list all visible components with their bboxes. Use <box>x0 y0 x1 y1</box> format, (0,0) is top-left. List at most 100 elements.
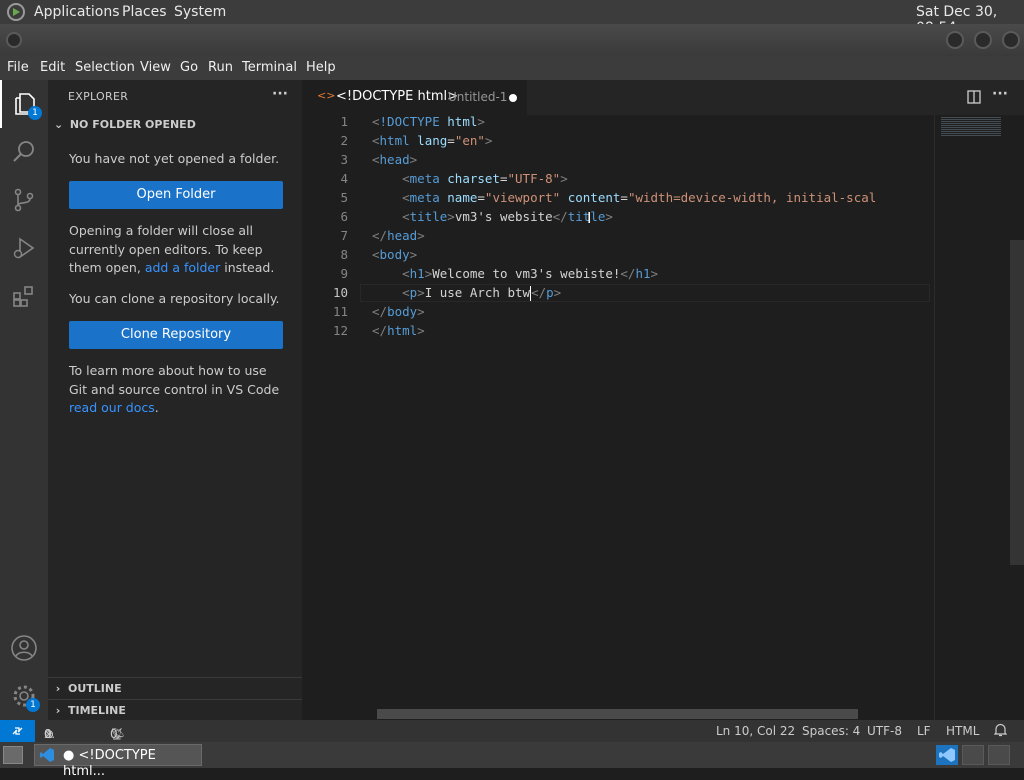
clone-repository-button[interactable]: Clone Repository <box>69 321 283 349</box>
open-folder-button[interactable]: Open Folder <box>69 181 283 209</box>
indentation[interactable]: Spaces: 4 <box>802 723 860 739</box>
language-mode[interactable]: HTML <box>946 723 979 739</box>
source-control-activity[interactable] <box>0 176 48 224</box>
run-debug-activity[interactable] <box>0 224 48 272</box>
close-button[interactable] <box>1002 31 1020 49</box>
menu-view[interactable]: View <box>140 60 171 76</box>
split-editor-icon[interactable] <box>967 89 981 108</box>
line-number: 9 <box>340 266 348 281</box>
tab-subtitle: Untitled-1 <box>448 90 508 104</box>
minimize-button[interactable] <box>946 31 964 49</box>
taskbar-window-button[interactable]: ● <!DOCTYPE html... <box>34 744 202 779</box>
accounts-activity[interactable] <box>0 624 48 672</box>
code-token: > <box>484 133 493 148</box>
code-token: "viewport" <box>484 190 568 205</box>
menu-go[interactable]: Go <box>180 60 198 76</box>
code-line[interactable]: <meta name="viewport" content="width=dev… <box>372 190 930 205</box>
code-line[interactable]: <title>vm3's website</title> <box>372 209 930 224</box>
timeline-section-header[interactable]: › TIMELINE <box>48 699 302 722</box>
line-number: 6 <box>340 209 348 224</box>
menu-help[interactable]: Help <box>306 60 336 76</box>
minimap[interactable] <box>934 115 1021 720</box>
maximize-button[interactable] <box>974 31 992 49</box>
code-line[interactable]: </body> <box>372 304 930 319</box>
run-debug-icon <box>13 237 35 259</box>
line-number: 10 <box>332 285 348 300</box>
taskbar-item-label: ● <!DOCTYPE html... <box>63 748 156 779</box>
code-token: > <box>605 209 613 224</box>
code-line[interactable]: </head> <box>372 228 930 243</box>
cursor-position[interactable]: Ln 10, Col 22 <box>716 723 795 739</box>
search-activity[interactable] <box>0 128 48 176</box>
code-line[interactable]: <html lang="en"> <box>372 133 930 148</box>
extensions-icon <box>13 286 33 307</box>
code-line[interactable]: </html> <box>372 323 930 338</box>
tab-untitled-1[interactable]: <> <!DOCTYPE html> Untitled-1 <box>303 80 527 115</box>
menu-run[interactable]: Run <box>208 60 233 76</box>
explorer-badge: 1 <box>28 106 42 120</box>
add-folder-link[interactable]: add a folder <box>145 260 220 275</box>
no-folder-message: You have not yet opened a folder. <box>69 151 280 166</box>
end-of-line[interactable]: LF <box>917 723 931 739</box>
manage-activity[interactable]: 1 <box>0 672 48 720</box>
code-token: </ <box>372 323 388 338</box>
workspace-3[interactable] <box>988 745 1010 765</box>
window-titlebar[interactable] <box>0 24 1024 56</box>
menu-file[interactable]: File <box>7 60 29 76</box>
workspace-2[interactable] <box>962 745 984 765</box>
code-line[interactable]: <h1>Welcome to vm3's webiste!</h1> <box>372 266 930 281</box>
menu-edit[interactable]: Edit <box>40 60 65 76</box>
read-docs-link[interactable]: read our docs <box>69 400 155 415</box>
code-token: "width=device-width, initial-scal <box>627 190 877 205</box>
code-token: < <box>372 247 380 262</box>
menu-terminal[interactable]: Terminal <box>242 60 297 76</box>
extensions-activity[interactable] <box>0 272 48 320</box>
workspace-switcher-icon[interactable] <box>936 745 958 765</box>
remote-indicator[interactable] <box>0 720 35 742</box>
line-number: 5 <box>340 190 348 205</box>
applications-menu[interactable]: Applications <box>34 4 120 20</box>
more-actions-icon[interactable]: ··· <box>272 86 288 102</box>
encoding[interactable]: UTF-8 <box>867 723 902 739</box>
gnome-logo-icon[interactable] <box>7 3 25 25</box>
unsaved-dot-icon[interactable] <box>509 94 517 102</box>
menu-selection[interactable]: Selection <box>75 60 135 76</box>
code-token: > <box>417 304 425 319</box>
code-line[interactable]: <!DOCTYPE html> <box>372 114 930 129</box>
code-line[interactable]: <head> <box>372 152 930 167</box>
status-bar: ⊗ 0 ⚠ 0 📡︎ 0 Ln 10, Col 22 Spaces: 4 UTF… <box>0 720 1024 742</box>
open-folder-warning: Opening a folder will close all currentl… <box>69 223 275 275</box>
vertical-scrollbar[interactable] <box>1010 240 1024 565</box>
code-token: < <box>372 133 380 148</box>
horizontal-scrollbar[interactable] <box>377 709 858 719</box>
code-token: </ <box>372 228 388 243</box>
code-token: > <box>417 228 425 243</box>
code-editor[interactable] <box>303 115 1024 720</box>
code-token: < <box>372 114 380 129</box>
mouse-ibeam-cursor: I <box>587 209 592 227</box>
line-number: 12 <box>332 323 348 338</box>
places-menu[interactable]: Places <box>122 4 167 20</box>
system-menu[interactable]: System <box>174 4 226 20</box>
notifications-bell-icon[interactable] <box>993 723 1008 741</box>
code-token: html <box>379 133 418 148</box>
line-number: 11 <box>332 304 348 319</box>
current-line-highlight <box>360 284 930 302</box>
code-line[interactable]: <body> <box>372 247 930 262</box>
code-token: vm3's website <box>454 209 553 224</box>
explorer-activity[interactable]: 1 <box>0 80 48 128</box>
window-menu-button[interactable] <box>6 32 22 48</box>
show-desktop-icon[interactable] <box>3 746 23 764</box>
code-token: = <box>499 171 508 186</box>
activity-bar: 1 1 <box>0 80 48 720</box>
editor-more-icon[interactable]: ··· <box>992 86 1008 102</box>
no-folder-section-header[interactable]: ⌄ NO FOLDER OPENED <box>54 118 196 131</box>
code-token: body <box>387 304 418 319</box>
outline-section-header[interactable]: › OUTLINE <box>48 677 302 700</box>
tab-title: <!DOCTYPE html> <box>336 89 458 104</box>
code-line[interactable]: <meta charset="UTF-8"> <box>372 171 930 186</box>
explorer-title: EXPLORER <box>68 90 129 103</box>
code-token: head <box>379 152 410 167</box>
